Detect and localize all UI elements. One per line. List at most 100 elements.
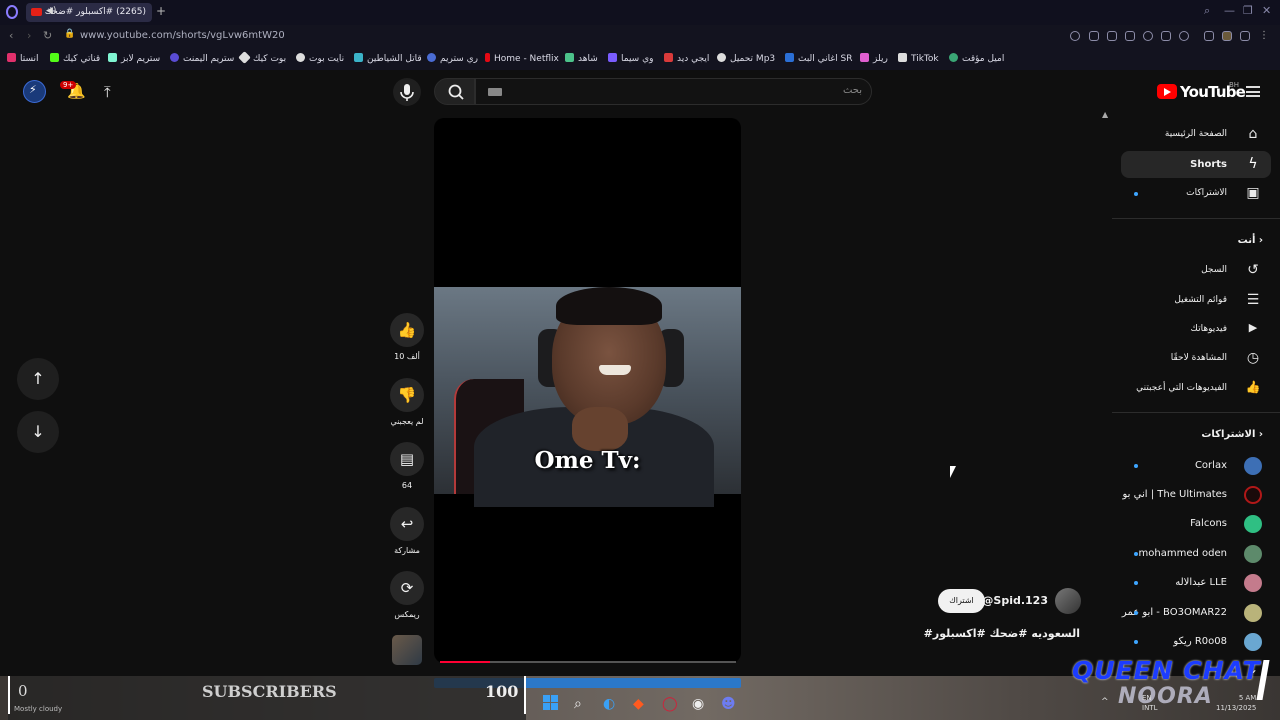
- heart-icon[interactable]: [1179, 31, 1189, 41]
- sidebar-heading-subscriptions[interactable]: الاشتراكات ›: [1201, 429, 1263, 440]
- download-icon[interactable]: [1240, 31, 1250, 41]
- restore-icon[interactable]: ❐: [1243, 4, 1253, 17]
- dislike-button[interactable]: 👎: [390, 378, 424, 412]
- bookmark-item[interactable]: بوت كيك: [238, 51, 286, 64]
- search-button[interactable]: [434, 78, 475, 105]
- clock[interactable]: 5 AM 11/13/2025: [1216, 693, 1256, 713]
- windows-start-icon[interactable]: [543, 695, 559, 711]
- bookmark-item[interactable]: اميل مؤقت: [949, 53, 1004, 64]
- menu-hamburger-icon[interactable]: [1246, 86, 1260, 97]
- bookmark-icon[interactable]: [1107, 31, 1117, 41]
- channel-avatar: [1244, 574, 1262, 592]
- vpn-icon[interactable]: [1143, 31, 1153, 41]
- opera-icon[interactable]: ◯: [662, 696, 678, 712]
- bookmark-item[interactable]: انستا: [7, 53, 39, 64]
- minimize-icon[interactable]: —: [1224, 4, 1235, 17]
- comment-count: 64: [401, 481, 413, 490]
- bookmark-item[interactable]: ستريم اليمنت: [170, 53, 234, 64]
- sidebar-item-label: فيديوهاتك: [1190, 324, 1227, 334]
- thumbs-down-icon: 👎: [397, 386, 417, 404]
- browser-tab-active[interactable]: (2265) #اكسبلور #ضحك: [26, 3, 152, 22]
- subscription-label: Falcons: [1190, 518, 1227, 529]
- discord-icon[interactable]: ☻: [721, 696, 736, 712]
- sound-avatar[interactable]: [392, 635, 422, 665]
- subscribe-button[interactable]: اشتراك: [938, 589, 985, 613]
- player-icon[interactable]: [1161, 31, 1171, 41]
- country-code: BH: [1229, 81, 1240, 89]
- close-icon[interactable]: ✕: [1262, 4, 1271, 17]
- zoom-icon[interactable]: [1070, 31, 1080, 41]
- pin-icon[interactable]: [1089, 31, 1099, 41]
- sidebar-item-label: الفيديوهات التي أعجبتني: [1136, 383, 1227, 393]
- new-content-dot: [1134, 192, 1138, 196]
- bookmark-item[interactable]: Home - Netflix: [485, 53, 559, 64]
- netflix-icon: [485, 53, 490, 62]
- subscriber-goal-target: 100: [485, 682, 519, 701]
- share-label: مشاركة: [394, 546, 420, 555]
- opera-logo-icon[interactable]: [6, 5, 18, 19]
- video-title[interactable]: #السعوديه #ضحك #اكسبلور: [900, 627, 1080, 640]
- previous-short-button[interactable]: ↑: [17, 358, 59, 400]
- next-short-button[interactable]: ↓: [17, 411, 59, 453]
- extensions-icon[interactable]: [1204, 31, 1214, 41]
- speaker-icon[interactable]: ◀): [46, 6, 56, 16]
- subscription-label: mohammed oden: [1138, 548, 1227, 559]
- adblock-icon[interactable]: [1125, 31, 1135, 41]
- remix-button[interactable]: ⟳: [390, 571, 424, 605]
- brave-icon[interactable]: ◆: [633, 696, 644, 712]
- arrow-down-icon: ↓: [31, 422, 45, 441]
- bookmark-item[interactable]: ري ستريم: [427, 53, 478, 64]
- account-avatar[interactable]: [23, 80, 46, 103]
- url-field[interactable]: www.youtube.com/shorts/vgLvw6mtW20: [80, 30, 285, 41]
- channel-avatar: [1244, 633, 1262, 651]
- subscription-label: ريكو R0o08: [1173, 636, 1227, 647]
- keyboard-icon[interactable]: [488, 88, 502, 96]
- bookmark-item[interactable]: اغاني البث SR: [785, 53, 852, 64]
- reload-icon[interactable]: ↻: [43, 29, 52, 42]
- sidebar-heading-you[interactable]: أنت ›: [1238, 235, 1263, 246]
- like-button[interactable]: 👍: [390, 313, 424, 347]
- profile-avatar-icon[interactable]: [1222, 31, 1232, 41]
- upload-icon[interactable]: ⤒: [104, 83, 111, 101]
- person-smile: [599, 365, 631, 375]
- bookmark-item[interactable]: قاتل الشياطين: [354, 53, 422, 64]
- video-frame: Ome Tv:: [434, 287, 741, 507]
- back-icon[interactable]: ‹: [9, 29, 13, 42]
- tray-expand-icon[interactable]: ^: [1101, 697, 1109, 707]
- new-content-dot: [1134, 552, 1138, 556]
- bookmark-item[interactable]: ايجي ديد: [664, 53, 709, 64]
- channel-avatar[interactable]: [1055, 588, 1081, 614]
- channel-avatar: [1244, 545, 1262, 563]
- forward-icon[interactable]: ›: [27, 29, 31, 42]
- shorts-icon: ϟ: [1248, 156, 1258, 172]
- sidebar-scroll-up-icon[interactable]: ▲: [1102, 110, 1108, 119]
- video-progress-fill: [440, 661, 491, 663]
- subscription-label: اني بو | The Ultimates: [1122, 489, 1227, 500]
- bookmark-favicon-icon: [949, 53, 958, 62]
- menu-dots-icon[interactable]: ⋮: [1259, 31, 1269, 41]
- share-button[interactable]: ↩: [390, 507, 424, 541]
- keyboard-language[interactable]: EN INTL: [1142, 693, 1157, 713]
- new-tab-button[interactable]: +: [156, 4, 166, 18]
- bookmark-item[interactable]: تحميل Mp3: [717, 53, 775, 64]
- sidebar-item-label: المشاهدة لاحقًا: [1170, 353, 1227, 363]
- comments-button[interactable]: ▤: [390, 442, 424, 476]
- bookmark-item[interactable]: وي سيما: [608, 53, 653, 64]
- edge-icon[interactable]: ◐: [603, 696, 615, 712]
- like-count: 10 ألف: [394, 352, 420, 361]
- bookmark-item[interactable]: ستريم لابز: [108, 53, 160, 64]
- bookmark-item[interactable]: نايت بوت: [296, 53, 344, 64]
- subscriptions-icon: ▣: [1246, 185, 1260, 201]
- shorts-video-player[interactable]: Ome Tv:: [434, 118, 741, 663]
- obs-icon[interactable]: ◉: [692, 696, 704, 712]
- bookmark-item[interactable]: TikTok: [898, 53, 939, 64]
- bookmark-favicon-icon: [296, 53, 305, 62]
- bookmark-item[interactable]: شاهد: [565, 53, 598, 64]
- taskbar-search-icon[interactable]: ⌕: [574, 696, 582, 712]
- search-tabs-icon[interactable]: ⌕: [1204, 4, 1210, 18]
- voice-search-button[interactable]: [393, 78, 421, 106]
- channel-avatar: [1244, 486, 1262, 504]
- youtube-favicon-icon: [31, 8, 42, 16]
- bookmark-item[interactable]: قناتي كيك: [50, 53, 100, 64]
- bookmark-item[interactable]: ريلز: [860, 53, 888, 64]
